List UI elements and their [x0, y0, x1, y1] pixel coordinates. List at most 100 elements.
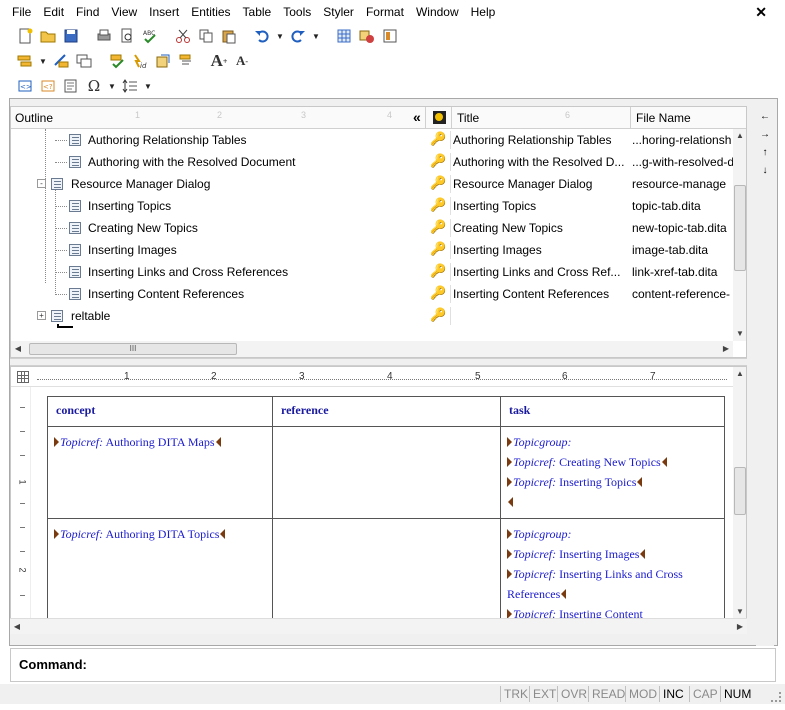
- outline-horizontal-scrollbar[interactable]: ◀ III ▶: [11, 341, 733, 357]
- reltable-header-concept[interactable]: concept: [47, 396, 273, 427]
- menu-help[interactable]: Help: [465, 2, 502, 22]
- topicref-entry[interactable]: Topicref: Inserting Images: [507, 544, 718, 564]
- scrollbar-thumb[interactable]: [734, 185, 746, 271]
- attributes-icon[interactable]: [152, 50, 174, 72]
- print-preview-icon[interactable]: [116, 25, 138, 47]
- layout-icon[interactable]: [379, 25, 401, 47]
- outline-vertical-scrollbar[interactable]: ▲ ▼: [733, 129, 746, 341]
- insert-markup-icon[interactable]: <>: [14, 75, 36, 97]
- styles-icon[interactable]: [356, 25, 378, 47]
- table-icon[interactable]: [17, 371, 29, 383]
- save-icon[interactable]: [60, 25, 82, 47]
- topicref-icon[interactable]: 🔑: [427, 219, 451, 237]
- paragraph-spacing-icon[interactable]: [119, 75, 141, 97]
- collapse-outline-button[interactable]: «: [413, 109, 421, 125]
- paragraph-spacing-dropdown-icon[interactable]: ▼: [142, 75, 154, 97]
- outline-row[interactable]: Inserting Content References 🔑 Inserting…: [11, 283, 733, 305]
- promote-left-icon[interactable]: ←: [758, 110, 772, 124]
- menu-view[interactable]: View: [105, 2, 143, 22]
- redo-icon[interactable]: [287, 25, 309, 47]
- topicref-icon[interactable]: 🔑: [427, 285, 451, 303]
- decrease-font-icon[interactable]: A-: [231, 50, 253, 72]
- outline-row[interactable]: Authoring Relationship Tables 🔑 Authorin…: [11, 129, 733, 151]
- move-up-icon[interactable]: ↑: [758, 146, 772, 160]
- reltable-cell-task[interactable]: Topicgroup: Topicref: Inserting Images T…: [500, 518, 725, 633]
- scroll-down-icon[interactable]: ▼: [733, 327, 746, 341]
- validate-icon[interactable]: [106, 50, 128, 72]
- document-horizontal-scrollbar[interactable]: ◀ ▶: [10, 618, 747, 634]
- increase-font-icon[interactable]: A +: [208, 50, 230, 72]
- topicref-icon[interactable]: 🔑: [427, 153, 451, 171]
- change-element-icon[interactable]: [50, 50, 72, 72]
- insert-comment-icon[interactable]: [60, 75, 82, 97]
- topicref-entry[interactable]: Topicref: Authoring DITA Topics: [54, 524, 266, 544]
- open-folder-icon[interactable]: [37, 25, 59, 47]
- menu-find[interactable]: Find: [70, 2, 105, 22]
- format-icon[interactable]: [175, 50, 197, 72]
- scroll-left-icon[interactable]: ◀: [10, 620, 24, 634]
- scroll-right-icon[interactable]: ▶: [719, 342, 733, 356]
- table-grid-icon[interactable]: [333, 25, 355, 47]
- copy-icon[interactable]: [195, 25, 217, 47]
- resize-grip-icon[interactable]: [771, 692, 781, 702]
- insert-pi-icon[interactable]: <?: [37, 75, 59, 97]
- outline-row[interactable]: - Resource Manager Dialog 🔑 Resource Mana…: [11, 173, 733, 195]
- file-name-column-header[interactable]: File Name: [632, 107, 746, 129]
- title-column-header[interactable]: Title: [453, 107, 631, 129]
- topicref-icon[interactable]: 🔑: [427, 175, 451, 193]
- reltable-cell-reference[interactable]: [272, 518, 501, 633]
- undo-dropdown-icon[interactable]: ▼: [274, 25, 286, 47]
- reltable-cell-reference[interactable]: [272, 426, 501, 519]
- menu-window[interactable]: Window: [410, 2, 465, 22]
- outline-row[interactable]: Inserting Images 🔑 Inserting Images imag…: [11, 239, 733, 261]
- menu-insert[interactable]: Insert: [143, 2, 185, 22]
- insert-symbol-icon[interactable]: Ω: [83, 75, 105, 97]
- topicref-entry[interactable]: Topicref: Authoring DITA Maps: [54, 432, 266, 452]
- topicref-icon[interactable]: 🔑: [427, 263, 451, 281]
- outline-row[interactable]: Inserting Links and Cross References 🔑 I…: [11, 261, 733, 283]
- move-down-icon[interactable]: ↓: [758, 164, 772, 178]
- topicref-entry[interactable]: Topicref: Inserting Topics: [507, 472, 718, 492]
- cut-icon[interactable]: [172, 25, 194, 47]
- split-element-icon[interactable]: [73, 50, 95, 72]
- command-input[interactable]: [97, 655, 767, 675]
- new-document-icon[interactable]: [14, 25, 36, 47]
- reltable-header-task[interactable]: task: [500, 396, 725, 427]
- reltable-cell-concept[interactable]: Topicref: Authoring DITA Maps: [47, 426, 273, 519]
- collapse-node-icon[interactable]: -: [37, 179, 46, 188]
- paste-icon[interactable]: [218, 25, 240, 47]
- outline-row[interactable]: Authoring with the Resolved Document 🔑 A…: [11, 151, 733, 173]
- spell-check-icon[interactable]: ABC: [139, 25, 161, 47]
- topicref-entry[interactable]: Topicref: Creating New Topics: [507, 452, 718, 472]
- menu-edit[interactable]: Edit: [37, 2, 70, 22]
- reltable-header-reference[interactable]: reference: [272, 396, 501, 427]
- scroll-up-icon[interactable]: ▲: [733, 129, 746, 143]
- topicref-entry[interactable]: Topicref: Inserting Links and Cross Refe…: [507, 564, 718, 604]
- reltable-cell-task[interactable]: Topicgroup: Topicref: Creating New Topic…: [500, 426, 725, 519]
- undo-icon[interactable]: [251, 25, 273, 47]
- expand-node-icon[interactable]: +: [37, 311, 46, 320]
- scrollbar-thumb[interactable]: III: [29, 343, 237, 355]
- scroll-right-icon[interactable]: ▶: [733, 620, 747, 634]
- menu-tools[interactable]: Tools: [277, 2, 317, 22]
- scroll-up-icon[interactable]: ▲: [733, 367, 746, 381]
- menu-file[interactable]: File: [6, 2, 37, 22]
- redo-dropdown-icon[interactable]: ▼: [310, 25, 322, 47]
- insert-element-icon[interactable]: [14, 50, 36, 72]
- topicgroup-entry[interactable]: Topicgroup:: [507, 524, 718, 544]
- outline-row[interactable]: + reltable 🔑: [11, 305, 733, 328]
- reltable-cell-concept[interactable]: Topicref: Authoring DITA Topics: [47, 518, 273, 633]
- document-vertical-scrollbar[interactable]: ▲ ▼: [733, 367, 746, 619]
- close-icon[interactable]: ✕: [755, 2, 767, 22]
- icon-column-header[interactable]: [427, 107, 452, 129]
- topicref-icon[interactable]: 🔑: [427, 241, 451, 259]
- id-attribute-icon[interactable]: id: [129, 50, 151, 72]
- topicref-icon[interactable]: 🔑: [427, 131, 451, 149]
- insert-element-dropdown-icon[interactable]: ▼: [37, 50, 49, 72]
- menu-table[interactable]: Table: [237, 2, 278, 22]
- topicref-icon[interactable]: 🔑: [427, 197, 451, 215]
- scroll-left-icon[interactable]: ◀: [11, 342, 25, 356]
- pane-splitter[interactable]: [10, 358, 747, 366]
- outline-row[interactable]: Inserting Topics 🔑 Inserting Topics topi…: [11, 195, 733, 217]
- print-icon[interactable]: [93, 25, 115, 47]
